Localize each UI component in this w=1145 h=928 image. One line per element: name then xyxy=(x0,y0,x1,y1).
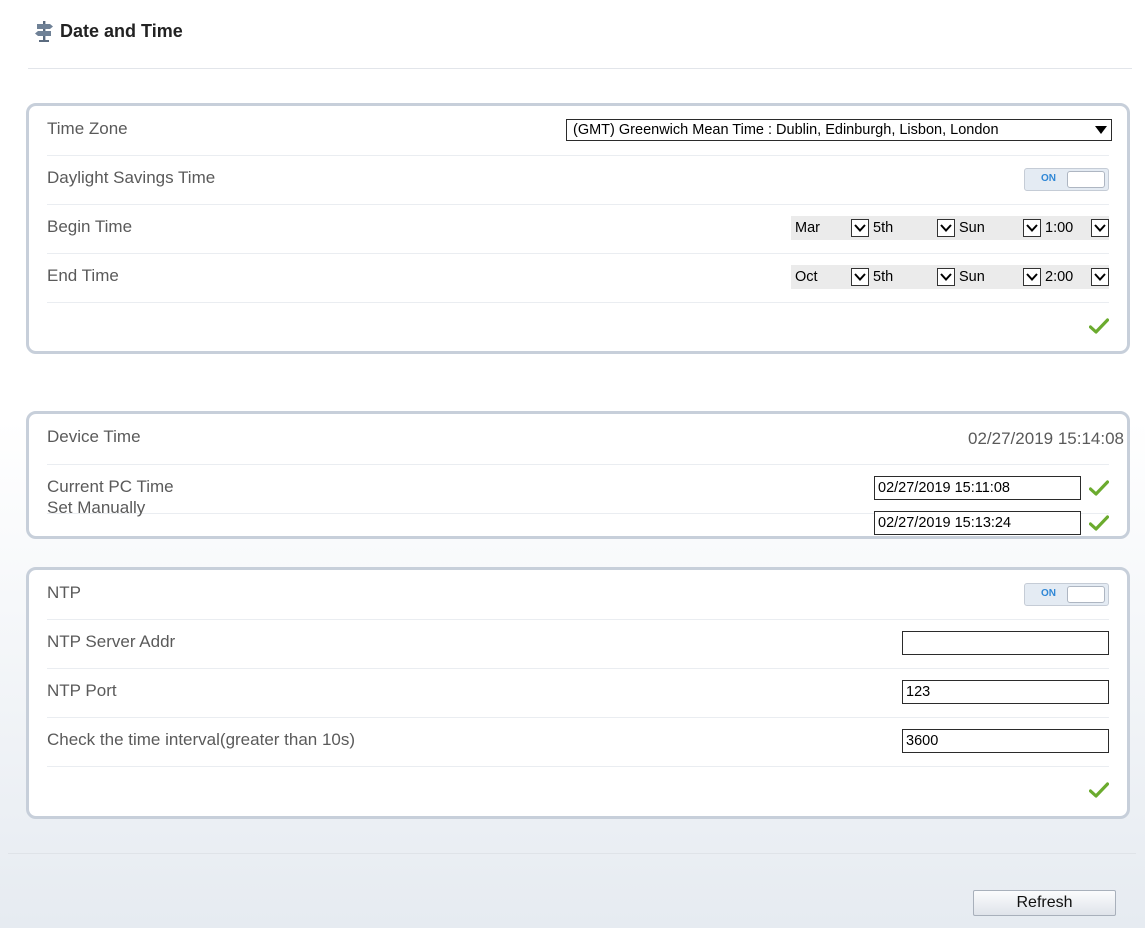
chevron-down-icon xyxy=(940,273,952,281)
chevron-down-icon xyxy=(854,224,866,232)
chevron-down-icon xyxy=(1026,273,1038,281)
daylight-savings-label: Daylight Savings Time xyxy=(47,168,216,187)
checkmark-icon xyxy=(1089,318,1109,334)
chevron-down-icon xyxy=(854,273,866,281)
set-manually-row: Set Manually xyxy=(47,498,1109,562)
ntp-apply-row xyxy=(47,766,1109,815)
end-day-value: Sun xyxy=(959,269,985,285)
begin-week-dropdown[interactable] xyxy=(937,219,955,237)
toggle-knob xyxy=(1067,585,1105,603)
ntp-settings-panel: NTP ON NTP Server Addr NTP Port Check th… xyxy=(26,567,1130,819)
checkmark-icon xyxy=(1089,480,1109,496)
daylight-savings-toggle[interactable]: ON xyxy=(1024,167,1109,191)
device-time-panel: Device Time 02/27/2019 15:14:08 Current … xyxy=(26,411,1130,539)
dropdown-arrow-icon xyxy=(1095,126,1107,134)
begin-time-label: Begin Time xyxy=(47,217,133,236)
signpost-icon xyxy=(35,21,53,42)
end-day-dropdown[interactable] xyxy=(1023,268,1041,286)
begin-time-row: Begin Time Mar 5th Sun 1:00 xyxy=(47,204,1109,254)
time-zone-value: (GMT) Greenwich Mean Time : Dublin, Edin… xyxy=(573,122,999,138)
time-zone-row: Time Zone (GMT) Greenwich Mean Time : Du… xyxy=(47,106,1112,156)
daylight-savings-row: Daylight Savings Time ON xyxy=(47,155,1109,205)
end-hour-value: 2:00 xyxy=(1045,269,1074,285)
set-manually-label: Set Manually xyxy=(47,498,146,517)
page-title: Date and Time xyxy=(60,20,183,41)
ntp-label: NTP xyxy=(47,583,81,602)
end-month-dropdown[interactable] xyxy=(851,268,869,286)
end-month-value: Oct xyxy=(795,269,818,285)
begin-hour-dropdown[interactable] xyxy=(1091,219,1109,237)
begin-week-value: 5th xyxy=(873,220,894,236)
footer-divider xyxy=(8,853,1136,854)
dst-settings-panel: Time Zone (GMT) Greenwich Mean Time : Du… xyxy=(26,103,1130,354)
device-time-value: 02/27/2019 15:14:08 xyxy=(968,428,1124,448)
ntp-port-input[interactable] xyxy=(902,680,1109,704)
header-divider xyxy=(28,68,1132,69)
begin-day-dropdown[interactable] xyxy=(1023,219,1041,237)
ntp-server-row: NTP Server Addr xyxy=(47,619,1109,669)
apply-dst-button[interactable] xyxy=(1089,318,1109,334)
ntp-toggle[interactable]: ON xyxy=(1024,582,1109,606)
time-zone-select[interactable]: (GMT) Greenwich Mean Time : Dublin, Edin… xyxy=(566,119,1112,141)
checkmark-icon xyxy=(1089,515,1109,531)
pc-time-input[interactable] xyxy=(874,476,1081,500)
begin-time-selects: Mar 5th Sun 1:00 xyxy=(791,216,1109,240)
manual-time-input[interactable] xyxy=(874,511,1081,535)
ntp-server-input[interactable] xyxy=(902,631,1109,655)
device-time-label: Device Time xyxy=(47,427,141,446)
end-time-selects: Oct 5th Sun 2:00 xyxy=(791,265,1109,289)
toggle-knob xyxy=(1067,170,1105,188)
page-header: Date and Time xyxy=(34,13,183,49)
toggle-on-label: ON xyxy=(1041,172,1056,184)
ntp-port-label: NTP Port xyxy=(47,681,117,700)
chevron-down-icon xyxy=(940,224,952,232)
checkmark-icon xyxy=(1089,782,1109,798)
ntp-interval-input[interactable] xyxy=(902,729,1109,753)
chevron-down-icon xyxy=(1026,224,1038,232)
begin-hour-value: 1:00 xyxy=(1045,220,1074,236)
end-time-row: End Time Oct 5th Sun 2:00 xyxy=(47,253,1109,303)
toggle-on-label: ON xyxy=(1041,587,1056,599)
begin-month-dropdown[interactable] xyxy=(851,219,869,237)
end-time-label: End Time xyxy=(47,266,119,285)
device-time-row: Device Time 02/27/2019 15:14:08 xyxy=(47,414,1124,465)
end-week-value: 5th xyxy=(873,269,894,285)
set-manual-time-button[interactable] xyxy=(1089,515,1109,531)
chevron-down-icon xyxy=(1094,273,1106,281)
sync-pc-time-button[interactable] xyxy=(1089,480,1109,496)
refresh-button[interactable]: Refresh xyxy=(973,890,1116,916)
pc-time-label: Current PC Time xyxy=(47,477,174,496)
ntp-interval-label: Check the time interval(greater than 10s… xyxy=(47,730,356,749)
end-hour-dropdown[interactable] xyxy=(1091,268,1109,286)
begin-month-value: Mar xyxy=(795,220,820,236)
time-zone-label: Time Zone xyxy=(47,119,128,138)
chevron-down-icon xyxy=(1094,224,1106,232)
ntp-row: NTP ON xyxy=(47,570,1109,620)
apply-ntp-button[interactable] xyxy=(1089,782,1109,798)
ntp-port-row: NTP Port xyxy=(47,668,1109,718)
ntp-interval-row: Check the time interval(greater than 10s… xyxy=(47,717,1109,767)
ntp-server-label: NTP Server Addr xyxy=(47,632,176,651)
end-week-dropdown[interactable] xyxy=(937,268,955,286)
begin-day-value: Sun xyxy=(959,220,985,236)
dst-apply-row xyxy=(47,302,1109,351)
